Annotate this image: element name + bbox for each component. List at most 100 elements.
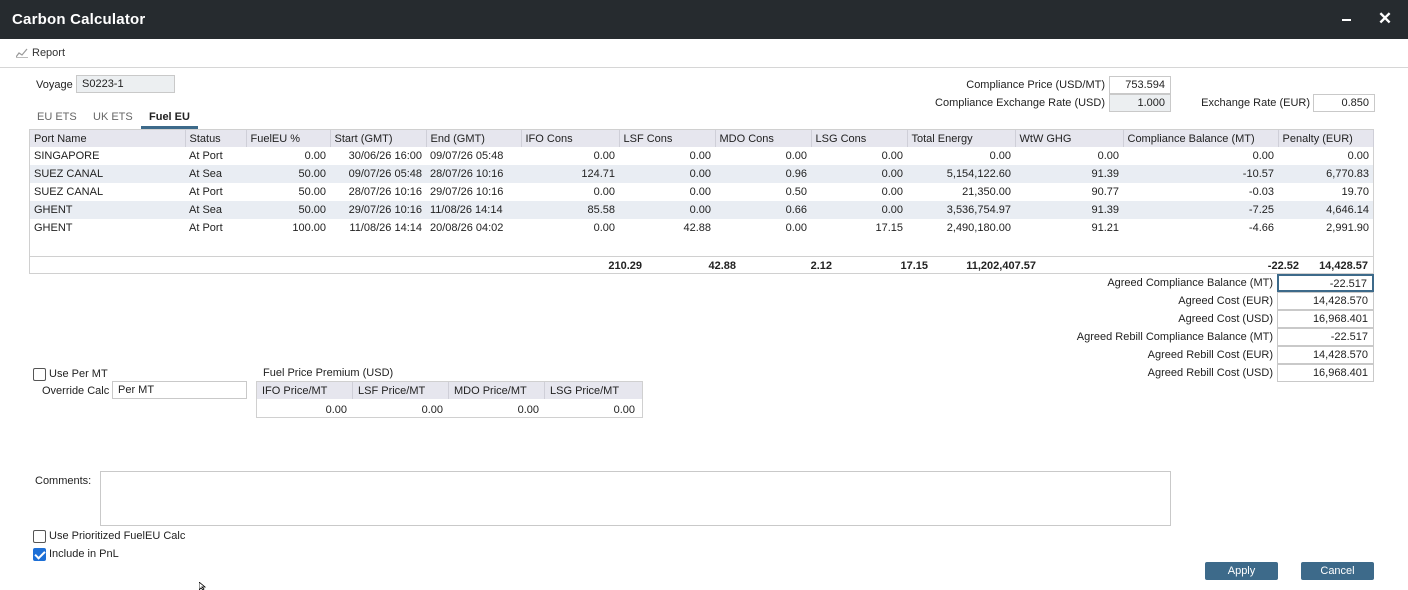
table-cell: At Port (189, 186, 223, 198)
col-fueleu-pct[interactable]: FuelEU % (246, 130, 331, 147)
cancel-button[interactable]: Cancel (1301, 562, 1374, 580)
agreed-cost-eur-field[interactable]: 14,428.570 (1277, 292, 1374, 310)
premium-col-lsf: LSF Price/MT (353, 382, 449, 399)
agreed-rebill-eur-label: Agreed Rebill Cost (EUR) (1147, 349, 1273, 361)
table-cell: 09/07/26 05:48 (330, 165, 426, 183)
agreed-rebill-usd-label: Agreed Rebill Cost (USD) (1147, 367, 1273, 379)
premium-mdo-value[interactable]: 0.00 (449, 404, 539, 416)
agreed-compliance-balance-field[interactable]: -22.517 (1277, 274, 1374, 292)
agreed-compliance-balance-label: Agreed Compliance Balance (MT) (1107, 277, 1273, 289)
agreed-rebill-eur-field[interactable]: 14,428.570 (1277, 346, 1374, 364)
override-calc-field[interactable]: Per MT (112, 381, 247, 399)
table-cell: At Sea (185, 165, 246, 183)
premium-lsf-value[interactable]: 0.00 (353, 404, 443, 416)
table-cell: 0.00 (689, 186, 711, 198)
table-cell: 0.00 (593, 186, 615, 198)
table-cell: 4,646.14 (1278, 201, 1373, 219)
compliance-exchange-field[interactable]: 1.000 (1109, 94, 1171, 112)
table-cell: 19.70 (1341, 186, 1369, 198)
comments-textarea[interactable] (100, 471, 1171, 526)
premium-ifo-value[interactable]: 0.00 (257, 404, 347, 416)
table-cell: -4.66 (1248, 222, 1274, 234)
include-pnl-checkbox[interactable] (33, 548, 46, 561)
premium-col-mdo: MDO Price/MT (449, 382, 545, 399)
col-port-name[interactable]: Port Name (30, 130, 186, 147)
voyage-field[interactable]: S0223-1 (76, 75, 175, 93)
table-cell: -7.25 (1123, 201, 1278, 219)
compliance-price-label: Compliance Price (USD/MT) (966, 79, 1105, 91)
premium-table: IFO Price/MT LSF Price/MT MDO Price/MT L… (256, 381, 643, 418)
col-status[interactable]: Status (185, 130, 247, 147)
table-cell: 90.77 (1091, 186, 1119, 198)
report-button[interactable]: Report (16, 47, 65, 59)
agreed-rebill-balance-field[interactable]: -22.517 (1277, 328, 1374, 346)
tab-fuel-eu[interactable]: Fuel EU (141, 110, 198, 129)
voyage-label: Voyage (36, 79, 73, 91)
grid-header-row: Port Name Status FuelEU % Start (GMT) En… (30, 130, 1374, 147)
col-penalty[interactable]: Penalty (EUR) (1278, 130, 1374, 147)
table-cell: 91.21 (1091, 222, 1119, 234)
total-energy: 11,202,407.57 (966, 260, 1036, 272)
totals-row: 210.29 42.88 2.12 17.15 11,202,407.57 -2… (30, 256, 1373, 274)
use-per-mt-checkbox[interactable] (33, 368, 46, 381)
col-total-energy[interactable]: Total Energy (907, 130, 1016, 147)
col-compliance-balance[interactable]: Compliance Balance (MT) (1123, 130, 1279, 147)
chart-icon (16, 48, 28, 58)
table-row[interactable]: SUEZ CANAL At Port 50.00 28/07/26 10:16 29/0… (30, 183, 1373, 201)
col-lsf-cons[interactable]: LSF Cons (619, 130, 716, 147)
tab-eu-ets[interactable]: EU ETS (37, 110, 77, 126)
premium-lsg-value[interactable]: 0.00 (545, 404, 635, 416)
table-cell: 0.96 (715, 165, 811, 183)
table-row[interactable]: SUEZ CANAL At Sea 50.00 09/07/26 05:48 28/07… (30, 165, 1373, 183)
col-ifo-cons[interactable]: IFO Cons (521, 130, 620, 147)
total-lsg: 17.15 (900, 260, 928, 272)
table-cell: 0.00 (1252, 150, 1274, 162)
minimize-icon[interactable] (1338, 8, 1356, 26)
table-cell: 5,154,122.60 (907, 165, 1015, 183)
table-cell: 42.88 (683, 222, 711, 234)
table-cell: 0.00 (785, 222, 807, 234)
table-cell: 0.00 (593, 222, 615, 234)
col-mdo-cons[interactable]: MDO Cons (715, 130, 812, 147)
apply-button[interactable]: Apply (1205, 562, 1278, 580)
compliance-price-field[interactable]: 753.594 (1109, 76, 1171, 94)
table-cell: At Port (189, 150, 223, 162)
table-cell: 28/07/26 10:16 (348, 186, 422, 198)
tab-uk-ets[interactable]: UK ETS (93, 110, 133, 126)
table-cell: 85.58 (521, 201, 619, 219)
compliance-exchange-label: Compliance Exchange Rate (USD) (935, 97, 1105, 109)
table-row[interactable]: GHENT At Port 100.00 11/08/26 14:14 20/08/26… (30, 219, 1373, 237)
table-cell: 28/07/26 10:16 (426, 165, 521, 183)
table-cell: 0.00 (304, 150, 326, 162)
col-wtw-ghg[interactable]: WtW GHG (1015, 130, 1124, 147)
include-pnl-label: Include in PnL (49, 548, 119, 560)
table-cell: 0.00 (811, 201, 907, 219)
table-cell: 6,770.83 (1278, 165, 1373, 183)
prioritized-fueleu-checkbox[interactable] (33, 530, 46, 543)
close-icon[interactable]: ✕ (1376, 10, 1394, 28)
table-cell: 50.00 (246, 165, 330, 183)
table-cell: 21,350.00 (962, 186, 1011, 198)
exchange-rate-field[interactable]: 0.850 (1313, 94, 1375, 112)
col-lsg-cons[interactable]: LSG Cons (811, 130, 908, 147)
prioritized-fueleu-label: Use Prioritized FuelEU Calc (49, 530, 186, 542)
col-end[interactable]: End (GMT) (426, 130, 522, 147)
window-title: Carbon Calculator (12, 11, 146, 28)
premium-title: Fuel Price Premium (USD) (263, 367, 394, 379)
table-cell: 0.66 (715, 201, 811, 219)
override-calc-label: Override Calc (42, 385, 110, 397)
table-cell: At Port (189, 222, 223, 234)
table-cell: 0.00 (1097, 150, 1119, 162)
report-label: Report (32, 47, 66, 59)
table-cell: SUEZ CANAL (30, 165, 185, 183)
voyage-legs-grid: Port Name Status FuelEU % Start (GMT) En… (29, 129, 1374, 274)
table-row[interactable]: SINGAPORE At Port 0.00 30/06/26 16:00 09/07/… (30, 147, 1373, 165)
col-start[interactable]: Start (GMT) (330, 130, 427, 147)
table-cell: 0.00 (989, 150, 1011, 162)
table-cell: 50.00 (246, 201, 330, 219)
table-cell: 17.15 (875, 222, 903, 234)
agreed-rebill-usd-field[interactable]: 16,968.401 (1277, 364, 1374, 382)
table-cell: -0.03 (1248, 186, 1274, 198)
agreed-cost-usd-field[interactable]: 16,968.401 (1277, 310, 1374, 328)
table-row[interactable]: GHENT At Sea 50.00 29/07/26 10:16 11/08/26 1… (30, 201, 1373, 219)
